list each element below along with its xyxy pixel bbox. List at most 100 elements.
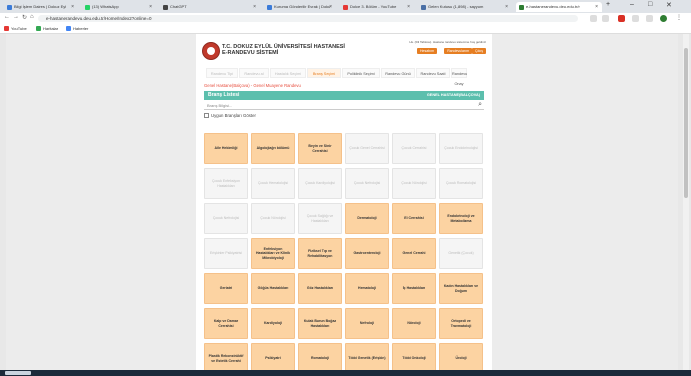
bookmark-label: YouTube <box>11 26 27 31</box>
branch-card[interactable]: Geriatri <box>204 273 248 304</box>
branch-card[interactable]: Genel Cerrahi <box>392 238 436 269</box>
tab-close-icon[interactable]: × <box>149 2 152 12</box>
bookmark-label: Haberler <box>73 26 89 31</box>
browser-tab[interactable]: Gelen Kutusu (1,898) - sayyum × <box>418 2 512 12</box>
step-tab[interactable]: Randevu Tipi <box>206 68 238 78</box>
profile-avatar[interactable] <box>660 15 667 22</box>
branch-card[interactable]: Kalp ve Damar Cerrahisi <box>204 308 248 339</box>
hospital-location-label: GENEL HASTANE(BALÇOVA) <box>426 93 480 97</box>
extension-icon[interactable] <box>618 15 625 22</box>
tab-label: Dolce 3. Bölüm - YouTube <box>350 4 397 9</box>
branch-card: Çocuk Cerrahisi <box>392 133 436 164</box>
bookmark-icon <box>36 26 41 31</box>
step-tab[interactable]: Randevu Saati <box>416 68 450 78</box>
branch-card[interactable]: Ortopedi ve Travmatoloji <box>439 308 483 339</box>
tab-favicon <box>421 5 426 10</box>
branch-card[interactable]: Göz Hastalıkları <box>298 273 342 304</box>
account-button[interactable]: Hesabım <box>416 48 437 54</box>
branch-card[interactable]: Enfeksiyon Hastalıkları ve Klinik Mikrob… <box>251 238 295 269</box>
tab-label: Bilgi İşlem Daires | Dokuz Eyl <box>14 4 67 9</box>
browser-tab[interactable]: e-hastanerandevu.deu.edu.tr/r × <box>516 2 602 12</box>
tab-close-icon[interactable]: × <box>407 2 410 12</box>
scrollbar-thumb[interactable] <box>684 48 688 198</box>
branch-card[interactable]: Dermatoloji <box>345 203 389 234</box>
taskbar-start[interactable] <box>5 371 31 375</box>
extensions-puzzle-icon[interactable] <box>646 15 653 22</box>
available-branches-checkbox[interactable]: Uygun Branşları Göster <box>204 113 256 119</box>
branch-card[interactable]: Fiziksel Tıp ve Rehabilitasyon <box>298 238 342 269</box>
home-icon[interactable]: ⌂ <box>30 14 34 20</box>
branch-card[interactable]: Nefroloji <box>345 308 389 339</box>
step-tab[interactable]: Poliklinik Seçimi <box>342 68 380 78</box>
branch-card[interactable]: Kardiyoloji <box>251 308 295 339</box>
browser-tab[interactable]: (13) WhatsApp × <box>82 2 156 12</box>
url-field[interactable]: e-hastanerandevu.deu.edu.tr/Home/Index2?… <box>38 15 578 22</box>
step-navigation: Randevu Tipi Randevu al Hastalık Seçimi Bra… <box>206 68 490 86</box>
branch-card: Genetik (Çocuk) <box>439 238 483 269</box>
bookmark-item[interactable]: YouTube <box>4 24 27 33</box>
tab-label: (13) WhatsApp <box>92 4 119 9</box>
branch-card[interactable]: Kulak Burun Boğaz Hastalıkları <box>298 308 342 339</box>
zoom-icon[interactable] <box>590 15 597 22</box>
branch-card[interactable]: Gastroenteroloji <box>345 238 389 269</box>
tab-label: Gelen Kutusu (1,898) - sayyum <box>428 4 484 9</box>
tab-close-icon[interactable]: × <box>253 2 256 12</box>
os-taskbar <box>0 370 691 376</box>
tab-label: ChatGPT <box>170 4 187 9</box>
new-tab-icon[interactable]: + <box>606 1 610 8</box>
browser-tab[interactable]: Dolce 3. Bölüm - YouTube × <box>340 2 414 12</box>
branch-card: Çocuk Nefrolojisi <box>345 168 389 199</box>
branch-card: Erişkinler Psikiyatrisi <box>204 238 248 269</box>
bookmark-item[interactable]: Haberler <box>66 24 88 33</box>
branch-card[interactable]: Hematoloji <box>345 273 389 304</box>
minimize-icon[interactable]: – <box>630 1 634 8</box>
branch-search-input[interactable]: Branş Bilgisi... ⌕ <box>204 101 484 110</box>
appointments-button[interactable]: Randevularım <box>444 48 472 54</box>
tab-close-icon[interactable]: × <box>329 2 332 12</box>
browser-tab[interactable]: Bilgi İşlem Daires | Dokuz Eyl × <box>4 2 78 12</box>
forward-icon[interactable]: → <box>13 14 19 20</box>
branch-card[interactable]: Nöroloji <box>392 308 436 339</box>
step-tab[interactable]: Hastalık Seçimi <box>270 68 306 78</box>
search-icon[interactable]: ⌕ <box>478 101 482 109</box>
branch-card[interactable]: Algolojiağrı bölümü <box>251 133 295 164</box>
menu-icon[interactable]: ⋮ <box>676 14 682 21</box>
step-tab[interactable]: Randevu al <box>239 68 269 78</box>
branch-card[interactable]: Kadın Hastalıkları ve Doğum <box>439 273 483 304</box>
browser-tab[interactable]: ChatGPT × <box>160 2 260 12</box>
browser-tab-bar: Bilgi İşlem Daires | Dokuz Eyl × (13) What… <box>0 0 691 13</box>
tab-favicon <box>7 5 12 10</box>
branch-list-header: Branş Listesi GENEL HASTANE(BALÇOVA) <box>204 91 484 100</box>
branch-card[interactable]: İç Hastalıkları <box>392 273 436 304</box>
maximize-icon[interactable]: □ <box>648 1 652 8</box>
reload-icon[interactable]: ↻ <box>22 14 27 21</box>
branch-card[interactable]: Beyin ve Sinir Cerrahisi <box>298 133 342 164</box>
branch-card: Çocuk Nörolojisi <box>251 203 295 234</box>
bookmark-label: Haritalar <box>43 26 59 31</box>
page-scrollbar[interactable] <box>683 34 689 370</box>
tab-favicon <box>267 5 272 10</box>
branch-card[interactable]: El Cerrahisi <box>392 203 436 234</box>
branch-card[interactable]: Göğüs Hastalıkları <box>251 273 295 304</box>
step-tab[interactable]: Randevu Onay <box>451 68 467 86</box>
branch-card[interactable]: Aile Hekimliği <box>204 133 248 164</box>
branch-card: Çocuk Nefrolojisi <box>204 203 248 234</box>
logout-button[interactable]: Çıkış <box>472 48 486 54</box>
tab-close-icon[interactable]: × <box>505 2 508 12</box>
checkbox-box[interactable] <box>204 113 209 119</box>
checkbox-label: Uygun Branşları Göster <box>211 113 256 118</box>
browser-tab[interactable]: Kuruma Gönderilir Evrak | Doku × <box>264 2 336 12</box>
back-icon[interactable]: ← <box>4 14 10 20</box>
step-tab[interactable]: Randevu Günü <box>381 68 415 78</box>
step-tab[interactable]: Branş Seçimi <box>307 68 341 78</box>
bookmark-item[interactable]: Haritalar <box>36 24 58 33</box>
close-window-icon[interactable]: ✕ <box>666 1 672 9</box>
tab-close-icon[interactable]: × <box>71 2 74 12</box>
downloads-icon[interactable] <box>632 15 639 22</box>
welcome-text: Hs. (Dil Tablosu). Hastane randevu siste… <box>409 40 486 44</box>
branch-card: Çocuk Sağlığı ve Hastalıkları <box>298 203 342 234</box>
star-icon[interactable] <box>602 15 609 22</box>
tab-close-icon[interactable]: × <box>595 2 598 12</box>
hospital-logo <box>202 42 220 60</box>
branch-card[interactable]: Endokrinoloji ve Metabolizma <box>439 203 483 234</box>
